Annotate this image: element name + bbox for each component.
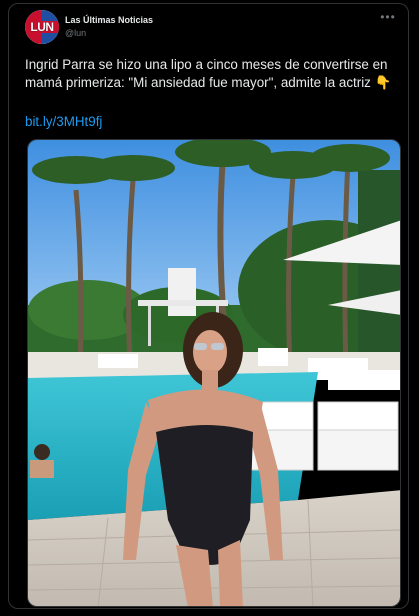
avatar[interactable]: LUN [25,10,59,44]
pool-scene-image [28,140,400,606]
avatar-logo-text: LUN [30,20,54,34]
tweet-card[interactable]: LUN Las Últimas Noticias @lun ••• Ingrid… [8,3,409,609]
tweet-link[interactable]: bit.ly/3MHt9fj [25,114,102,129]
tweet-text: Ingrid Parra se hizo una lipo a cinco me… [25,57,392,90]
account-name[interactable]: Las Últimas Noticias [65,15,153,25]
more-options-icon[interactable]: ••• [378,10,398,26]
tweet-photo[interactable] [27,139,401,607]
account-handle[interactable]: @lun [65,28,86,38]
